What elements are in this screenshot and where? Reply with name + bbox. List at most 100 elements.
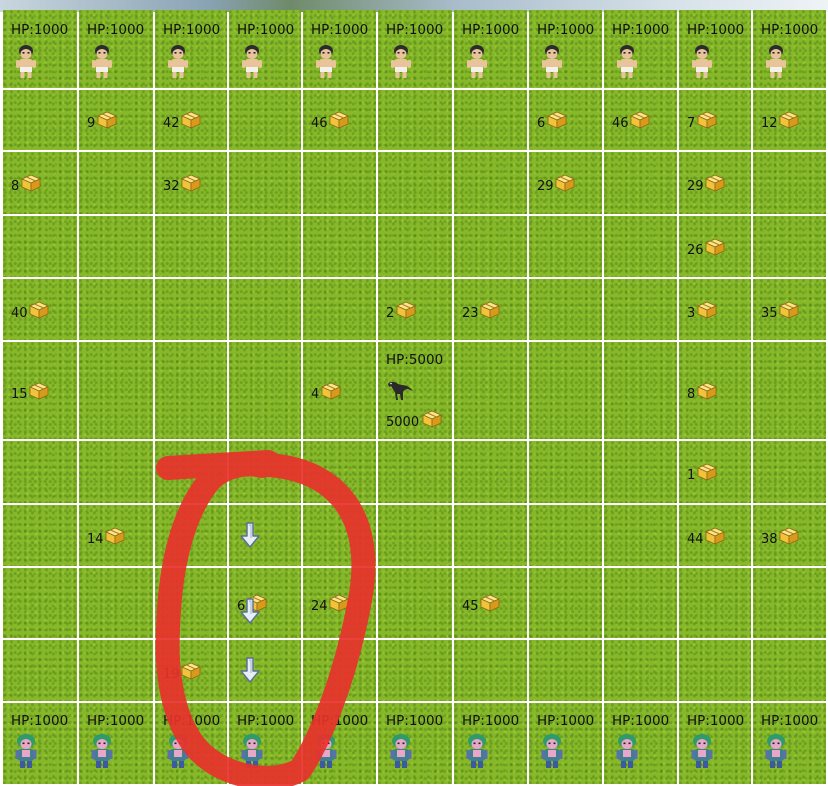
boss-crate-value: 5000 [386, 415, 420, 430]
crate-value: 29 [687, 179, 704, 194]
board-cell[interactable] [303, 640, 376, 701]
board-cell[interactable] [454, 505, 527, 566]
board-cell[interactable] [604, 279, 677, 340]
board-cell[interactable] [753, 568, 826, 638]
crate-icon [697, 463, 717, 481]
crate-value: 40 [11, 305, 28, 321]
crate-value: 14 [87, 531, 104, 547]
board-cell[interactable] [79, 216, 153, 277]
board-cell[interactable] [3, 640, 77, 701]
crate-value: 8 [687, 386, 696, 402]
dinosaur-icon [386, 376, 414, 402]
board-cell[interactable] [303, 216, 376, 277]
board-cell[interactable] [529, 568, 602, 638]
green-hair-unit-icon [539, 733, 565, 769]
board-cell[interactable] [3, 568, 77, 638]
board-cell[interactable] [79, 342, 153, 439]
hp-label: HP:1000 [462, 713, 520, 729]
game-board[interactable]: HP:1000 HP:1000 HP:1000 HP:1000 HP:1000 [0, 0, 828, 786]
board-cell[interactable] [155, 216, 227, 277]
board-cell[interactable] [529, 441, 602, 503]
board-cell[interactable] [79, 279, 153, 340]
crate-icon [21, 174, 41, 192]
board-cell[interactable] [229, 152, 301, 214]
board-cell[interactable] [604, 441, 677, 503]
crate-value: 8 [11, 179, 20, 194]
board-cell[interactable] [3, 216, 77, 277]
board-cell[interactable] [229, 90, 301, 150]
board-cell[interactable] [753, 216, 826, 277]
board-cell[interactable] [529, 505, 602, 566]
board-cell[interactable] [155, 505, 227, 566]
board-cell[interactable] [303, 441, 376, 503]
board-cell[interactable] [753, 152, 826, 214]
board-cell[interactable] [604, 505, 677, 566]
board-cell[interactable] [155, 568, 227, 638]
board-cell[interactable] [454, 640, 527, 701]
board-cell[interactable] [3, 90, 77, 150]
board-cell[interactable] [378, 640, 452, 701]
crate-value: 44 [687, 531, 704, 547]
board-cell[interactable] [378, 90, 452, 150]
board-cell[interactable] [378, 568, 452, 638]
board-cell[interactable] [454, 90, 527, 150]
board-cell[interactable] [604, 342, 677, 439]
board-cell[interactable] [454, 342, 527, 439]
board-cell[interactable] [229, 342, 301, 439]
board-cell[interactable] [378, 152, 452, 214]
crate-value: 29 [537, 179, 554, 194]
board-cell[interactable] [604, 152, 677, 214]
board-cell[interactable] [604, 568, 677, 638]
board-cell[interactable] [454, 216, 527, 277]
board-cell[interactable] [155, 441, 227, 503]
board-cell[interactable] [378, 441, 452, 503]
board-cell[interactable] [79, 441, 153, 503]
hp-label: HP:1000 [761, 22, 819, 38]
board-cell[interactable] [753, 342, 826, 439]
crate-value: 1 [687, 468, 696, 483]
board-cell[interactable] [155, 342, 227, 439]
board-cell[interactable] [229, 279, 301, 340]
board-cell[interactable] [529, 342, 602, 439]
board-cell[interactable] [454, 441, 527, 503]
board-cell[interactable] [753, 640, 826, 701]
crate-icon [779, 301, 799, 319]
board-cell[interactable] [679, 568, 751, 638]
crate-icon [97, 111, 117, 129]
board-cell[interactable] [679, 640, 751, 701]
board-cell[interactable] [3, 505, 77, 566]
board-cell[interactable] [753, 441, 826, 503]
crate-icon [705, 238, 725, 256]
board-cell[interactable] [303, 505, 376, 566]
down-arrow-icon [239, 521, 261, 548]
board-cell[interactable] [529, 216, 602, 277]
board-cell[interactable] [79, 568, 153, 638]
board-cell[interactable] [454, 152, 527, 214]
crate-value: 42 [163, 116, 180, 131]
crate-value: 7 [687, 116, 696, 131]
crate-icon [181, 174, 201, 192]
board-cell[interactable] [229, 216, 301, 277]
hp-label: HP:1000 [87, 22, 145, 38]
board-cell[interactable] [79, 640, 153, 701]
warrior-icon [165, 44, 191, 80]
crate-icon [697, 111, 717, 129]
board-cell[interactable] [229, 441, 301, 503]
board-cell[interactable] [604, 640, 677, 701]
crate-value: 19 [163, 666, 180, 682]
hp-label: HP:1000 [386, 713, 444, 729]
crate-value: 12 [761, 116, 778, 131]
board-cell[interactable] [79, 152, 153, 214]
board-cell[interactable] [303, 152, 376, 214]
board-cell[interactable] [529, 279, 602, 340]
board-cell[interactable] [378, 505, 452, 566]
board-cell[interactable] [378, 216, 452, 277]
crate-value: 6 [537, 116, 546, 131]
board-cell[interactable] [303, 279, 376, 340]
green-hair-unit-icon [763, 733, 789, 769]
board-cell[interactable] [604, 216, 677, 277]
board-cell[interactable] [529, 640, 602, 701]
board-cell[interactable] [155, 279, 227, 340]
crate-value: 46 [612, 116, 629, 131]
board-cell[interactable] [3, 441, 77, 503]
